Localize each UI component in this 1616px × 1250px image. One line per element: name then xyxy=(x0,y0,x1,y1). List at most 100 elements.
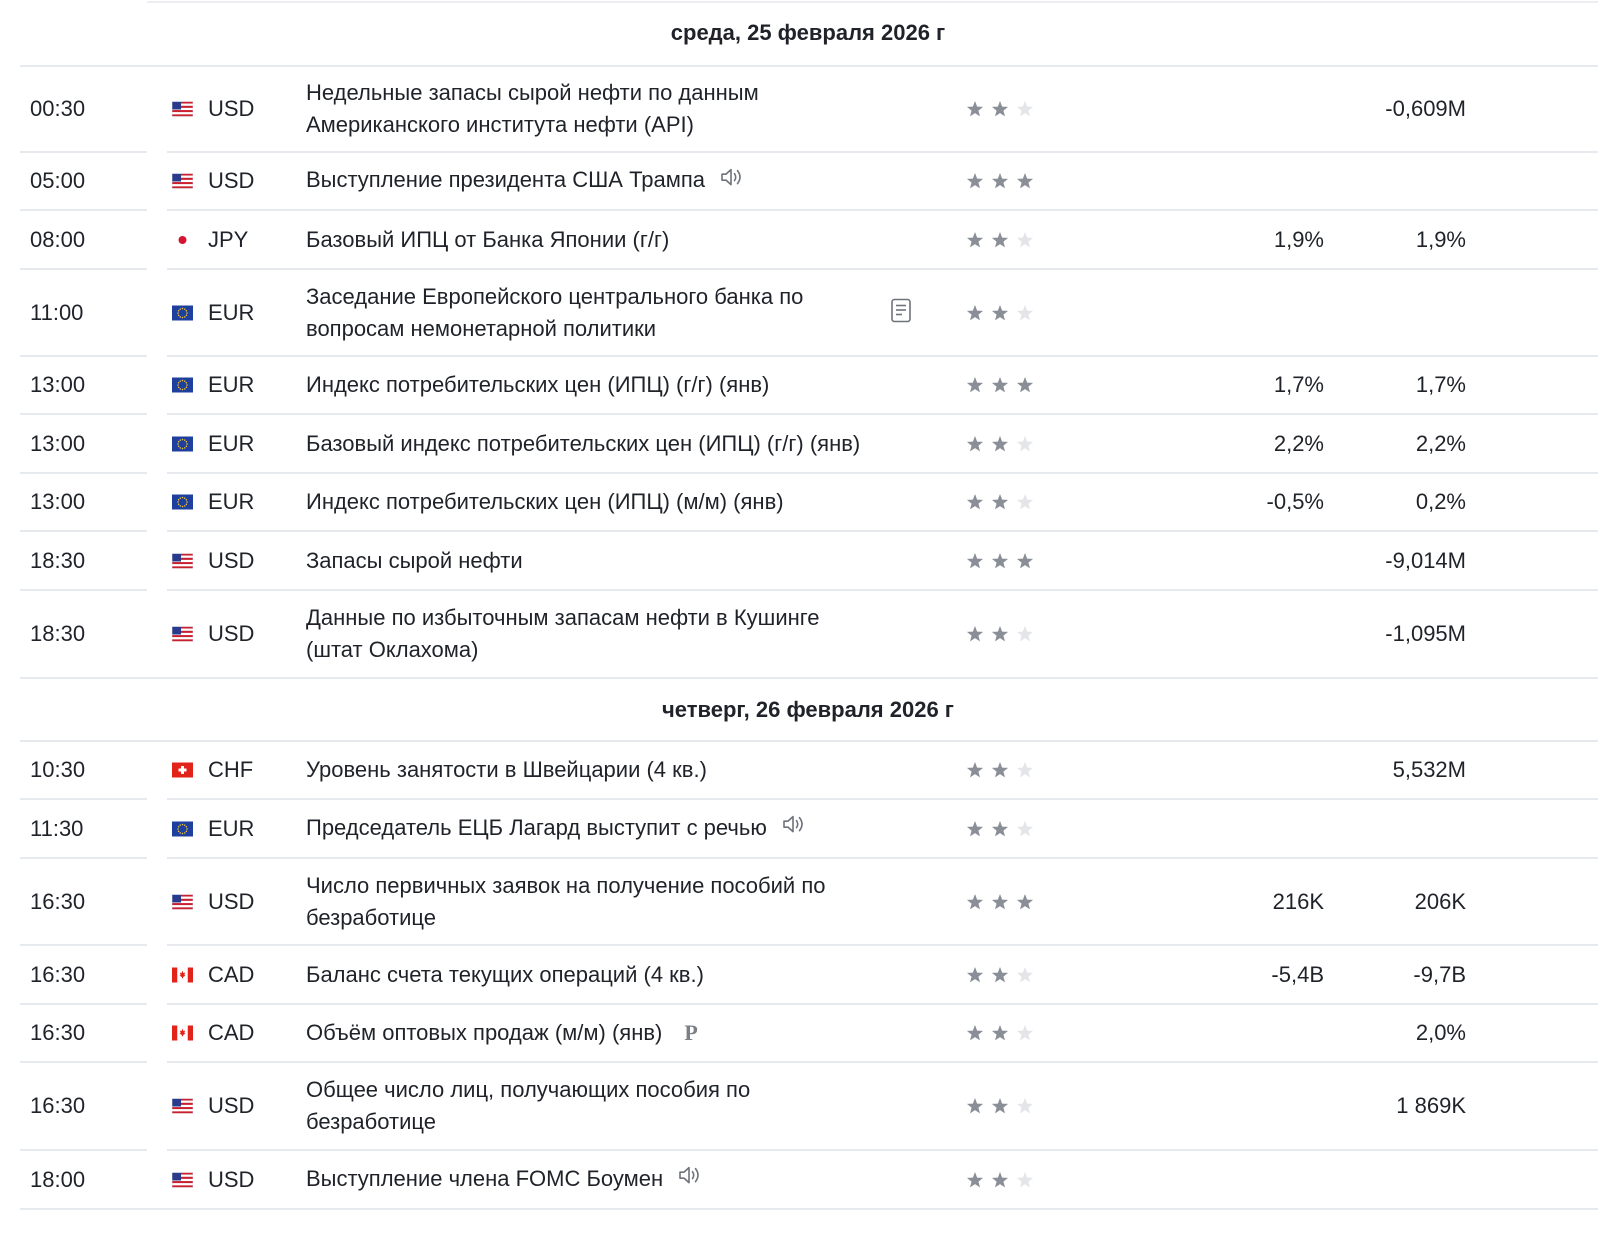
event-row[interactable]: 11:00 EUR Заседание Европейского центральн… xyxy=(0,269,1616,356)
event-title[interactable]: Председатель ЕЦБ Лагард выступит с речью xyxy=(306,812,866,846)
star-filled-icon xyxy=(966,173,984,189)
star-empty-icon xyxy=(1016,762,1034,778)
previous-value: 2,0% xyxy=(1415,1020,1466,1045)
event-row[interactable]: 00:30 USD Недельные запасы сырой нефти по … xyxy=(0,66,1616,152)
event-title-text: Базовый индекс потребительских цен (ИПЦ)… xyxy=(306,430,861,456)
event-title[interactable]: Базовый индекс потребительских цен (ИПЦ)… xyxy=(306,428,866,460)
day-header: среда, 25 февраля 2026 г xyxy=(670,20,946,45)
importance-stars xyxy=(966,1171,1038,1189)
importance-stars xyxy=(966,376,1038,394)
event-row[interactable]: 11:30 EUR Председатель ЕЦБ Лагард выступит… xyxy=(0,799,1616,858)
actual-value: 1,7% xyxy=(1273,372,1324,397)
flag-us-icon xyxy=(171,173,194,189)
event-time: 16:30 xyxy=(30,888,86,914)
star-filled-icon xyxy=(966,552,984,568)
event-time: 10:30 xyxy=(30,757,86,782)
event-title[interactable]: Запасы сырой нефти xyxy=(306,545,866,577)
event-title-text: Объём оптовых продаж (м/м) (янв) xyxy=(306,1020,663,1045)
event-row[interactable]: 18:30 USD Запасы сырой нефти -9,014M xyxy=(0,531,1616,590)
event-title[interactable]: Данные по избыточным запасам нефти в Куш… xyxy=(306,602,866,666)
event-time: 13:00 xyxy=(30,430,86,456)
event-row[interactable]: 08:00 JPY Базовый ИПЦ от Банка Японии (г/г… xyxy=(0,210,1616,269)
importance-stars xyxy=(966,1097,1038,1115)
event-title[interactable]: Общее число лиц, получающих пособия по б… xyxy=(306,1074,866,1138)
flag-eu-icon xyxy=(172,305,193,320)
flag-ch-icon xyxy=(172,762,193,778)
event-row[interactable]: 16:30 USD Общее число лиц, получающих посо… xyxy=(0,1062,1616,1150)
currency-code: JPY xyxy=(208,226,249,252)
event-row[interactable]: 16:30 CAD Объём оптовых продаж (м/м) (янв)… xyxy=(0,1004,1616,1062)
event-title[interactable]: Базовый ИПЦ от Банка Японии (г/г) xyxy=(306,224,866,256)
star-filled-icon xyxy=(966,966,984,982)
previous-value: -9,7B xyxy=(1413,961,1466,987)
importance-stars xyxy=(966,304,1038,322)
currency-code: USD xyxy=(208,1166,255,1192)
star-filled-icon xyxy=(966,1171,984,1187)
star-filled-icon xyxy=(991,552,1009,568)
event-title-text: Выступление президента США Трампа xyxy=(306,167,706,193)
event-title[interactable]: Объём оптовых продаж (м/м) (янв) P xyxy=(306,1017,866,1049)
event-row[interactable]: 18:30 USD Данные по избыточным запасам неф… xyxy=(0,590,1616,678)
event-time: 18:30 xyxy=(30,547,86,573)
section-divider xyxy=(20,1208,1598,1210)
event-time: 16:30 xyxy=(30,1093,86,1118)
event-time: 11:30 xyxy=(30,815,84,841)
event-row[interactable]: 16:30 CAD Баланс счета текущих операций (4… xyxy=(0,945,1616,1004)
currency-code: CHF xyxy=(208,757,254,782)
star-filled-icon xyxy=(966,304,984,320)
event-title-text: Уровень занятости в Швейцарии (4 кв.) xyxy=(306,757,707,782)
star-filled-icon xyxy=(1016,552,1034,568)
star-filled-icon xyxy=(966,101,984,117)
event-title[interactable]: Выступление президента США Трампа xyxy=(306,164,866,198)
event-row[interactable]: 13:00 EUR Индекс потребительских цен (ИПЦ)… xyxy=(0,473,1616,531)
event-title-text: Индекс потребительских цен (ИПЦ) (м/м) (… xyxy=(306,489,784,514)
event-row[interactable]: 13:00 EUR Базовый индекс потребительских ц… xyxy=(0,414,1616,473)
actual-value: 2,2% xyxy=(1273,430,1324,456)
importance-stars xyxy=(966,1024,1038,1042)
previous-value: -9,014M xyxy=(1385,547,1466,573)
event-title[interactable]: Индекс потребительских цен (ИПЦ) (г/г) (… xyxy=(306,369,866,401)
flag-eu-icon xyxy=(172,436,193,451)
speaker-icon xyxy=(781,812,807,845)
star-filled-icon xyxy=(991,494,1009,510)
star-empty-icon xyxy=(1016,626,1034,642)
event-row[interactable]: 10:30 CHF Уровень занятости в Швейцарии (4… xyxy=(0,741,1616,799)
star-filled-icon xyxy=(966,1098,984,1114)
star-filled-icon xyxy=(991,626,1009,642)
star-filled-icon xyxy=(991,173,1009,189)
star-filled-icon xyxy=(991,304,1009,320)
currency-code: USD xyxy=(208,888,255,914)
currency-code: CAD xyxy=(208,1020,255,1045)
event-title[interactable]: Баланс счета текущих операций (4 кв.) xyxy=(306,959,866,991)
star-filled-icon xyxy=(991,1171,1009,1187)
currency-code: EUR xyxy=(208,430,255,456)
event-title[interactable]: Индекс потребительских цен (ИПЦ) (м/м) (… xyxy=(306,486,866,518)
importance-stars xyxy=(966,435,1038,453)
star-filled-icon xyxy=(991,893,1009,909)
event-title-text: Данные по избыточным запасам нефти в Куш… xyxy=(306,605,820,662)
previous-value: 0,2% xyxy=(1415,489,1466,514)
flag-ca-icon xyxy=(172,967,193,982)
event-title-text: Выступление члена FOMC Боумен xyxy=(306,1165,664,1191)
event-title[interactable]: Недельные запасы сырой нефти по данным А… xyxy=(306,77,866,141)
flag-us-icon xyxy=(171,552,194,569)
actual-value: 216K xyxy=(1272,888,1324,914)
event-title[interactable]: Заседание Европейского центрального банк… xyxy=(306,281,866,345)
event-time: 05:00 xyxy=(30,168,86,193)
event-title[interactable]: Выступление члена FOMC Боумен xyxy=(306,1163,866,1197)
event-time: 13:00 xyxy=(30,489,86,514)
document-icon[interactable] xyxy=(890,297,912,328)
star-filled-icon xyxy=(991,1098,1009,1114)
event-title-text: Запасы сырой нефти xyxy=(306,547,523,573)
event-row[interactable]: 05:00 USD Выступление президента США Трамп… xyxy=(0,152,1616,210)
event-row[interactable]: 16:30 USD Число первичных заявок на получе… xyxy=(0,858,1616,945)
star-filled-icon xyxy=(966,762,984,778)
event-title[interactable]: Число первичных заявок на получение посо… xyxy=(306,870,866,934)
importance-stars xyxy=(966,493,1038,511)
event-row[interactable]: 18:00 USD Выступление члена FOMC Боумен xyxy=(0,1150,1616,1209)
event-title-text: Председатель ЕЦБ Лагард выступит с речью xyxy=(306,814,767,840)
event-row[interactable]: 13:00 EUR Индекс потребительских цен (ИПЦ)… xyxy=(0,356,1616,414)
event-time: 18:00 xyxy=(30,1166,86,1192)
event-title[interactable]: Уровень занятости в Швейцарии (4 кв.) xyxy=(306,754,866,786)
event-title-text: Баланс счета текущих операций (4 кв.) xyxy=(306,961,704,987)
